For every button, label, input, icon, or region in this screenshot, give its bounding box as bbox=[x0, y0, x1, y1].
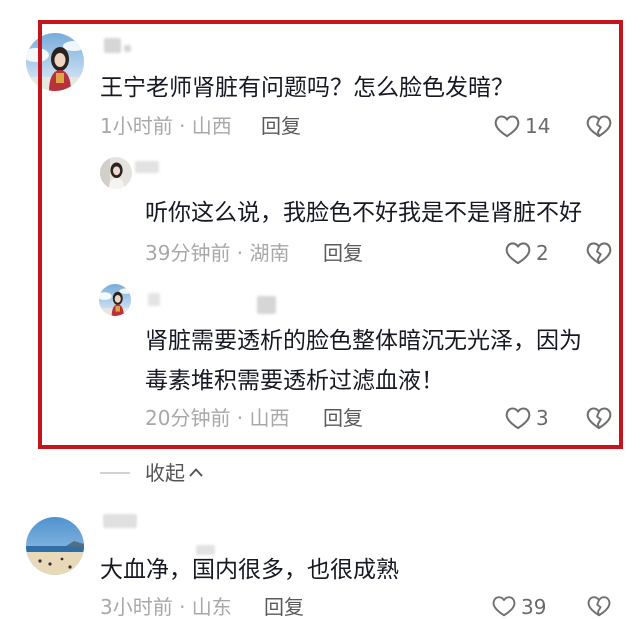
heart-outline-icon[interactable] bbox=[491, 595, 517, 617]
reply-button[interactable]: 回复 bbox=[261, 114, 301, 138]
like-count: 14 bbox=[525, 114, 551, 138]
comment-text-line: 毒素堆积需要透析过滤血液！ bbox=[145, 368, 444, 394]
username-redacted bbox=[103, 514, 137, 528]
comment-meta: 3小时前 · 山东 bbox=[100, 595, 232, 619]
username-redacted bbox=[124, 45, 131, 52]
broken-heart-icon[interactable] bbox=[586, 595, 612, 617]
comment-meta: 1小时前 · 山西 bbox=[100, 114, 232, 138]
reply-button[interactable]: 回复 bbox=[323, 241, 363, 265]
broken-heart-icon[interactable] bbox=[586, 114, 612, 138]
username-redacted bbox=[104, 38, 121, 53]
reply-button[interactable]: 回复 bbox=[264, 595, 304, 619]
like-count: 2 bbox=[536, 241, 549, 265]
avatar-woman-light-image bbox=[100, 157, 132, 189]
avatar-woman-blue-sky-image bbox=[26, 33, 84, 91]
heart-outline-icon[interactable] bbox=[494, 114, 520, 138]
broken-heart-icon[interactable] bbox=[586, 406, 612, 430]
collapse-label[interactable]: 收起 bbox=[145, 461, 185, 485]
avatar[interactable] bbox=[26, 33, 84, 91]
comment-text-line: 肾脏需要透析的脸色整体暗沉无光泽，因为 bbox=[145, 328, 582, 354]
comment-text: 大血净，国内很多，也很成熟 bbox=[100, 557, 399, 583]
username-redacted bbox=[257, 296, 276, 314]
comment-text: 王宁老师肾脏有问题吗？怎么脸色发暗？ bbox=[100, 75, 514, 101]
avatar-beach-image bbox=[26, 517, 84, 575]
heart-outline-icon[interactable] bbox=[505, 406, 531, 430]
comment-text: 听你这么说，我脸色不好我是不是肾脏不好 bbox=[145, 200, 582, 226]
comment-meta: 39分钟前 · 湖南 bbox=[145, 241, 290, 265]
chevron-up-icon[interactable] bbox=[188, 465, 204, 479]
avatar[interactable] bbox=[26, 517, 84, 575]
redacted-patch bbox=[196, 545, 215, 555]
like-count: 39 bbox=[521, 595, 547, 619]
username-redacted bbox=[148, 293, 160, 306]
divider bbox=[100, 472, 130, 474]
avatar[interactable] bbox=[100, 157, 132, 189]
like-count: 3 bbox=[536, 406, 549, 430]
reply-button[interactable]: 回复 bbox=[323, 406, 363, 430]
avatar[interactable] bbox=[99, 284, 131, 316]
username-redacted bbox=[135, 161, 159, 173]
heart-outline-icon[interactable] bbox=[505, 241, 531, 265]
broken-heart-icon[interactable] bbox=[586, 241, 612, 265]
avatar-woman-blue-sky-image bbox=[99, 284, 131, 316]
comment-meta: 20分钟前 · 山西 bbox=[145, 406, 290, 430]
